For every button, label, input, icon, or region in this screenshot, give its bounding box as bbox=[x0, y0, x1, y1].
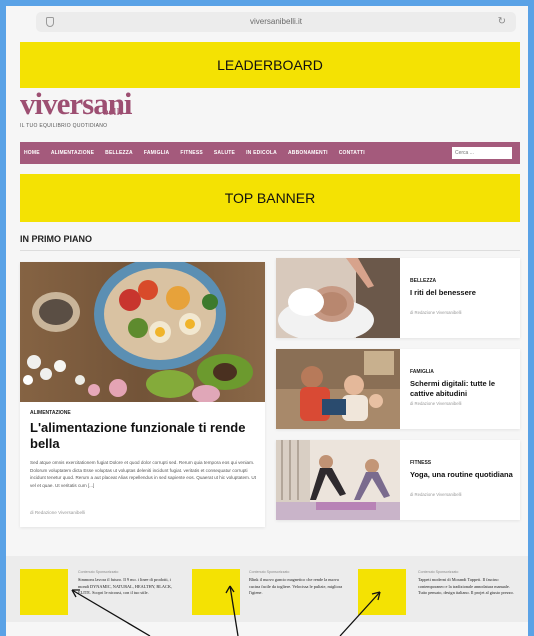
nav-item-contatti[interactable]: CONTATTI bbox=[339, 150, 365, 156]
shield-icon bbox=[46, 17, 54, 27]
section-title: IN PRIMO PIANO bbox=[20, 234, 93, 244]
section-divider bbox=[20, 250, 520, 251]
site-logo-sub: belli bbox=[103, 106, 123, 118]
side-article-category[interactable]: FAMIGLIA bbox=[410, 369, 434, 375]
sponsored-ad-slot[interactable] bbox=[358, 569, 406, 615]
sponsored-ad-slot[interactable] bbox=[20, 569, 68, 615]
sponsored-content[interactable]: Contenuto Sponsorizzato Tappeti moderni … bbox=[418, 570, 518, 597]
sponsored-ad-slot[interactable] bbox=[192, 569, 240, 615]
side-article-category[interactable]: FITNESS bbox=[410, 460, 431, 466]
sponsored-text[interactable]: Simmons lavora il futuro. Il 9 mo. i lin… bbox=[78, 577, 178, 597]
sponsored-label: Contenuto Sponsorizzato bbox=[78, 570, 119, 574]
reload-icon[interactable]: ↻ bbox=[498, 12, 506, 32]
featured-article-category[interactable]: ALIMENTAZIONE bbox=[30, 410, 71, 416]
side-article-image[interactable] bbox=[276, 440, 400, 520]
nav-item-alimentazione[interactable]: ALIMENTAZIONE bbox=[51, 150, 94, 156]
nav-item-home[interactable]: HOME bbox=[24, 150, 40, 156]
side-article-image[interactable] bbox=[276, 349, 400, 429]
featured-article-title[interactable]: L'alimentazione funzionale ti rende bell… bbox=[30, 420, 260, 452]
featured-article-image[interactable] bbox=[20, 262, 265, 402]
side-article-author[interactable]: di Redazione Viversanibelli bbox=[410, 492, 462, 497]
nav-item-fitness[interactable]: FITNESS bbox=[180, 150, 203, 156]
leaderboard-ad[interactable]: LEADERBOARD bbox=[20, 42, 520, 88]
side-article-author[interactable]: di Redazione Viversanibelli bbox=[410, 401, 462, 406]
side-article-category[interactable]: BELLEZZA bbox=[410, 278, 436, 284]
side-article-card[interactable]: FAMIGLIA Schermi digitali: tutte le catt… bbox=[276, 349, 520, 429]
browser-window: viversanibelli.it ↻ LEADERBOARD viversan… bbox=[6, 6, 528, 636]
sponsored-content[interactable]: Contenuto Sponsorizzato Bltnk il nuovo g… bbox=[249, 570, 349, 597]
featured-article-excerpt: Sed atque omnis exercitationem fugiat Do… bbox=[30, 460, 256, 488]
top-banner-ad[interactable]: TOP BANNER bbox=[20, 174, 520, 222]
nav-item-bellezza[interactable]: BELLEZZA bbox=[105, 150, 133, 156]
side-article-author[interactable]: di Redazione Viversanibelli bbox=[410, 310, 462, 315]
address-bar[interactable]: viversanibelli.it ↻ bbox=[36, 12, 516, 32]
side-article-title[interactable]: Yoga, una routine quotidiana bbox=[410, 470, 515, 480]
sponsored-content[interactable]: Contenuto Sponsorizzato Simmons lavora i… bbox=[78, 570, 178, 597]
search-input[interactable] bbox=[452, 147, 512, 159]
side-article-title[interactable]: I riti del benessere bbox=[410, 288, 515, 298]
side-article-title[interactable]: Schermi digitali: tutte le cattive abitu… bbox=[410, 379, 515, 398]
featured-article-card[interactable]: ALIMENTAZIONE L'alimentazione funzionale… bbox=[20, 262, 265, 527]
nav-item-famiglia[interactable]: FAMIGLIA bbox=[144, 150, 170, 156]
side-article-image[interactable] bbox=[276, 258, 400, 338]
site-tagline: IL TUO EQUILIBRIO QUOTIDIANO bbox=[20, 123, 108, 129]
sponsored-text[interactable]: Bltnk il nuovo gancio magnetico che rend… bbox=[249, 577, 349, 597]
sponsored-label: Contenuto Sponsorizzato bbox=[418, 570, 459, 574]
nav-item-in-edicola[interactable]: IN EDICOLA bbox=[246, 150, 277, 156]
sponsored-text[interactable]: Tappeti moderni di Morandi Tappeti. Il f… bbox=[418, 577, 518, 597]
nav-item-abbonamenti[interactable]: ABBONAMENTI bbox=[288, 150, 328, 156]
featured-article-author[interactable]: di Redazione Viversanibelli bbox=[30, 510, 85, 515]
nav-item-salute[interactable]: SALUTE bbox=[214, 150, 235, 156]
url-text: viversanibelli.it bbox=[249, 17, 303, 26]
side-article-card[interactable]: BELLEZZA I riti del benessere di Redazio… bbox=[276, 258, 520, 338]
sponsored-label: Contenuto Sponsorizzato bbox=[249, 570, 290, 574]
side-article-card[interactable]: FITNESS Yoga, una routine quotidiana di … bbox=[276, 440, 520, 520]
main-nav: HOME ALIMENTAZIONE BELLEZZA FAMIGLIA FIT… bbox=[20, 142, 520, 164]
